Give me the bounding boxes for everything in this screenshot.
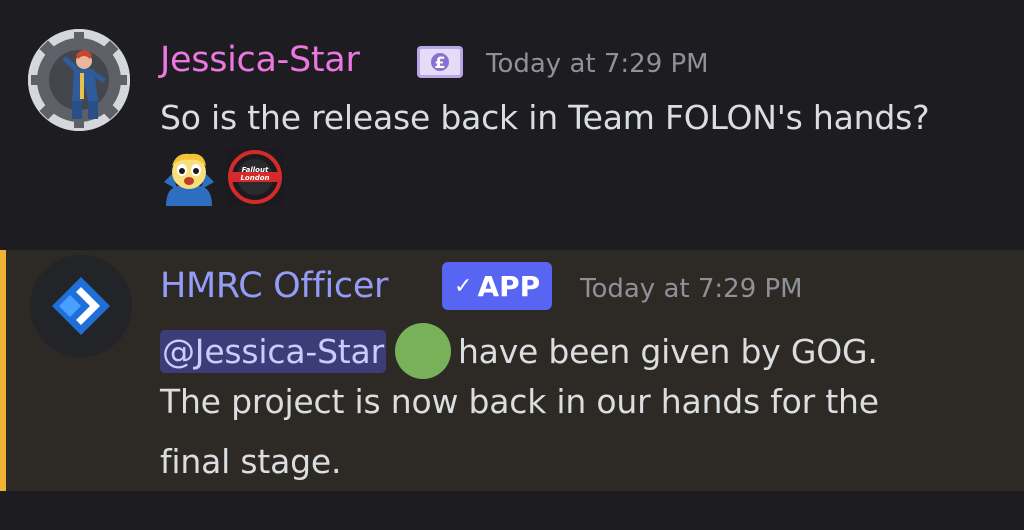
vault-boy-emoji[interactable] — [160, 148, 218, 206]
app-badge-label: APP — [477, 269, 541, 303]
message-text: final stage. — [160, 442, 342, 481]
chat-background — [0, 491, 1024, 530]
user-mention[interactable]: @Jessica-Star — [160, 329, 386, 373]
svg-text:Fallout: Fallout — [242, 166, 269, 174]
message-content-line: @Jessica-Star have been given by GOG. — [160, 322, 878, 380]
message-content: So is the release back in Team FOLON's h… — [160, 98, 930, 137]
timestamp[interactable]: Today at 7:29 PM — [486, 49, 709, 79]
svg-text:London: London — [240, 174, 269, 182]
message-jessica-star[interactable]: Jessica-Star £ Today at 7:29 PM So is th… — [0, 0, 1024, 250]
message-text: The project is now back in our hands for… — [160, 382, 879, 421]
avatar-image — [28, 29, 130, 131]
mention-highlight-bar — [0, 250, 6, 491]
timestamp[interactable]: Today at 7:29 PM — [580, 274, 803, 304]
username[interactable]: HMRC Officer — [160, 266, 388, 306]
message-hmrc-officer[interactable]: HMRC Officer ✓ APP Today at 7:29 PM @Jes… — [0, 250, 1024, 491]
fallout-london-emoji[interactable]: Fallout London — [226, 148, 284, 206]
chat-view: Jessica-Star £ Today at 7:29 PM So is th… — [0, 0, 1024, 530]
avatar[interactable] — [30, 255, 132, 357]
app-badge: ✓ APP — [442, 262, 553, 310]
avatar[interactable] — [28, 29, 130, 131]
svg-text:£: £ — [434, 53, 445, 72]
message-text: have been given by GOG. — [457, 331, 878, 371]
banknote-icon: £ — [415, 42, 465, 82]
checkmark-icon: ✓ — [454, 273, 473, 299]
username[interactable]: Jessica-Star — [160, 40, 360, 80]
bot-logo-icon — [30, 255, 132, 357]
green-circle-emoji — [394, 322, 452, 380]
